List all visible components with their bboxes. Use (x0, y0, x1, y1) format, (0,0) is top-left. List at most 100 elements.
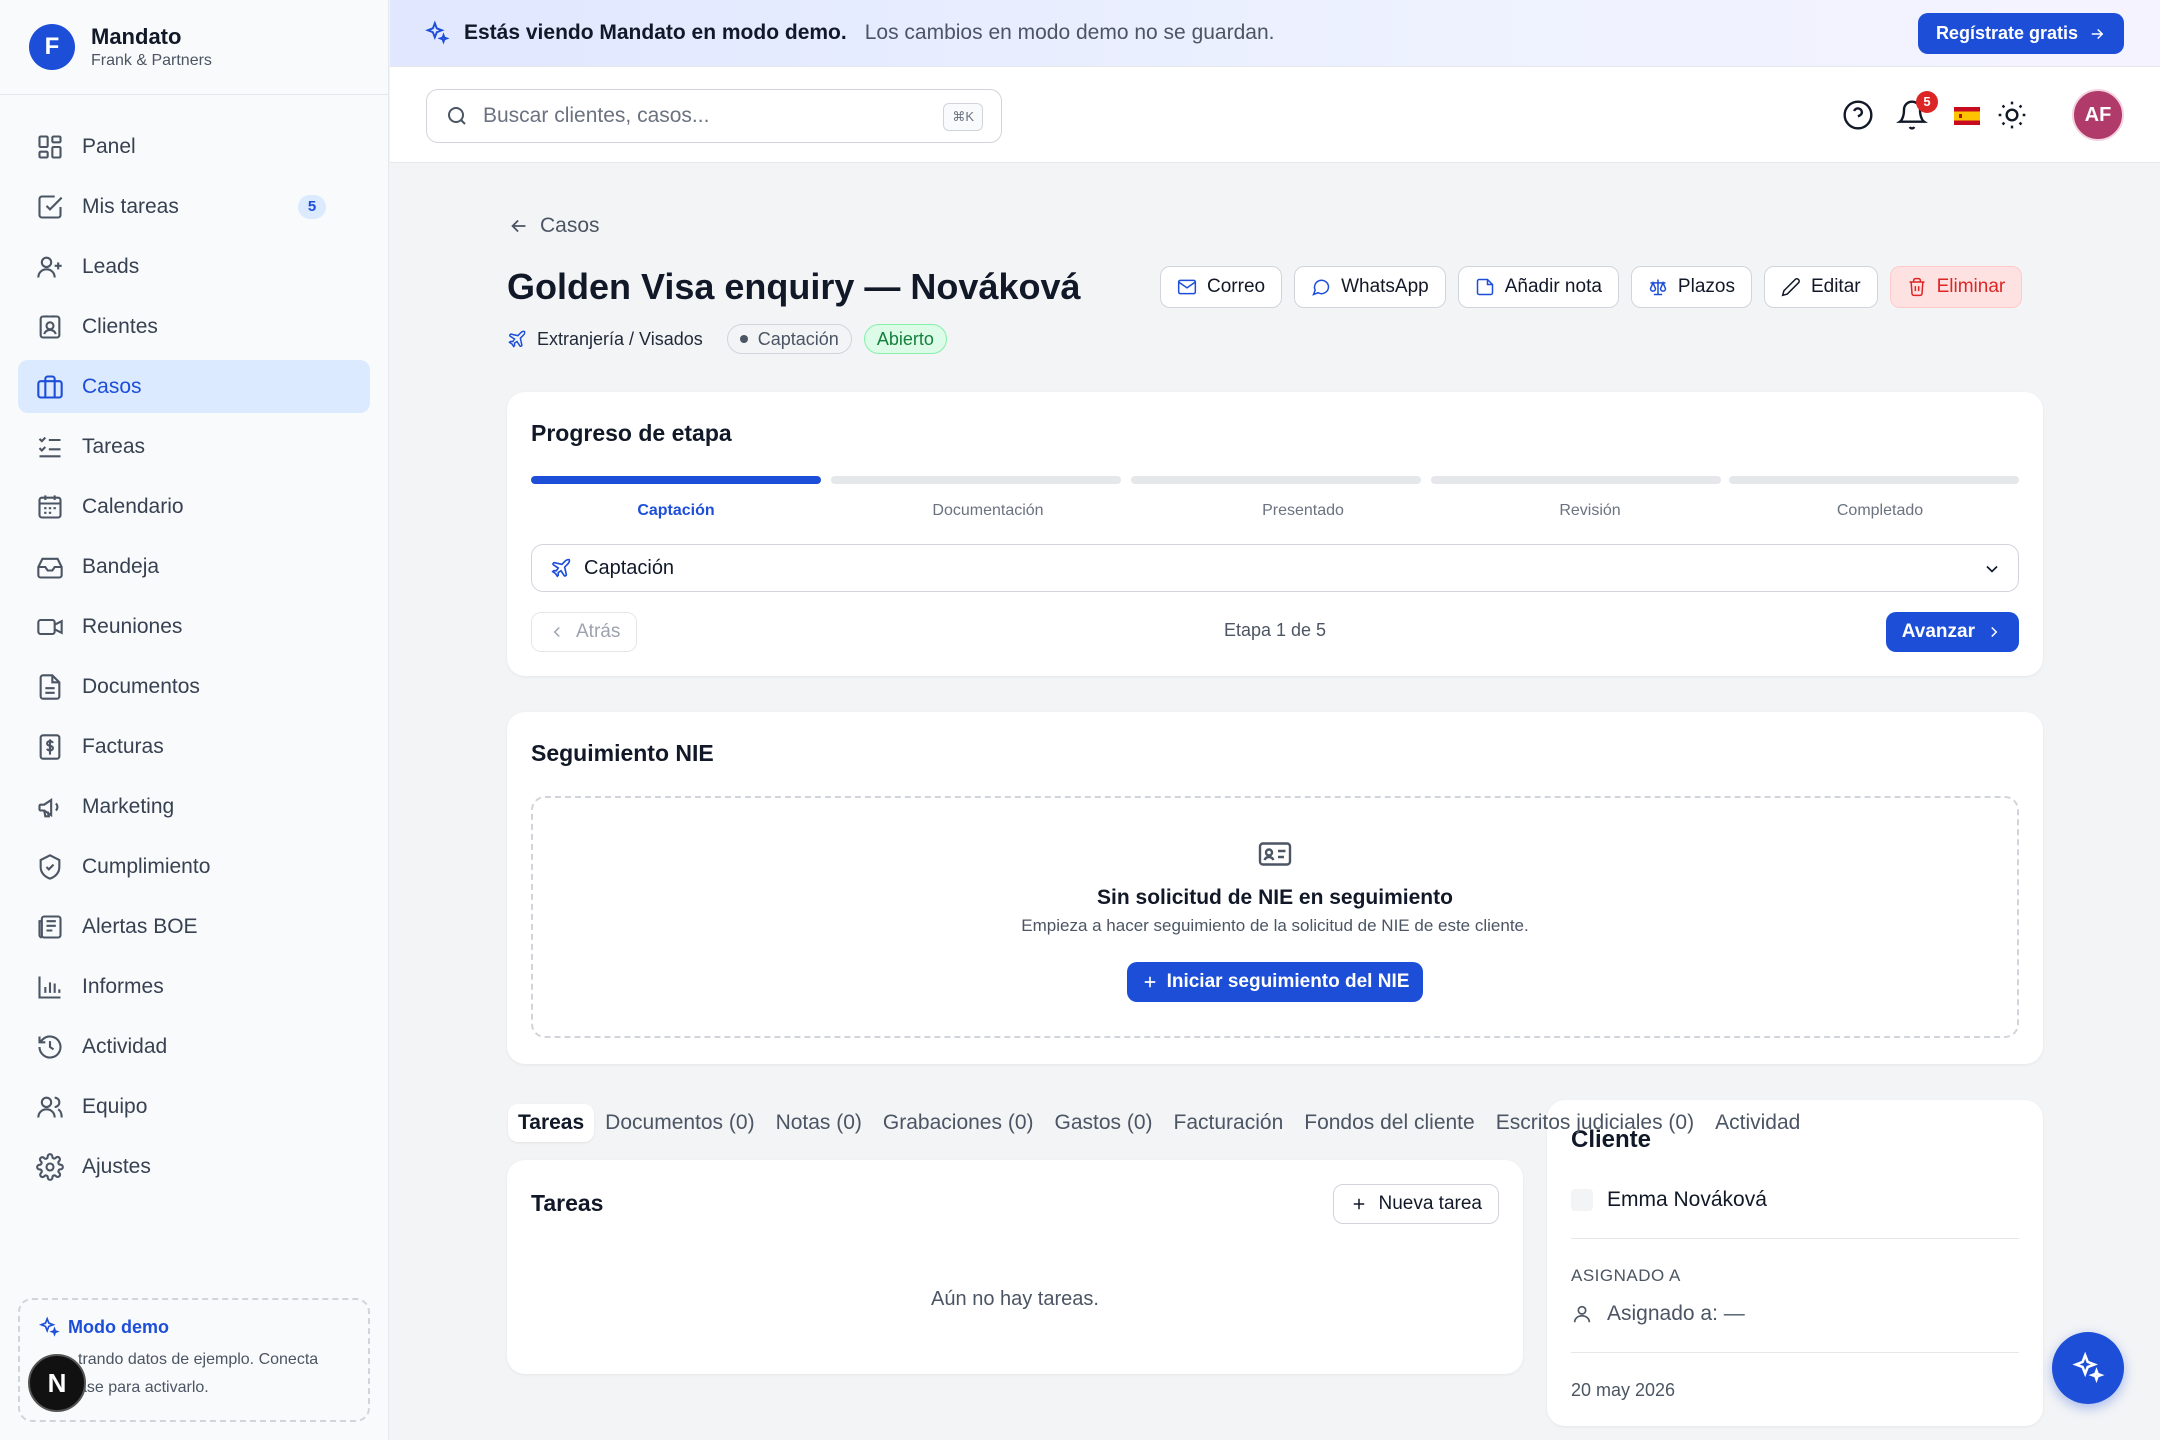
tab-notas[interactable]: Notas (0) (766, 1104, 872, 1142)
tab-facturacion[interactable]: Facturación (1164, 1104, 1294, 1142)
case-actions: Correo WhatsApp Añadir nota Plazos Edita… (1160, 266, 2034, 308)
sidebar-item-label: Actividad (82, 1034, 168, 1058)
stage-label-presentado[interactable]: Presentado (1158, 502, 1448, 520)
next-stage-label: Avanzar (1901, 621, 1975, 642)
tab-fondos-cliente[interactable]: Fondos del cliente (1294, 1104, 1484, 1142)
stage-label-completado[interactable]: Completado (1735, 502, 2025, 520)
stage-label-revision[interactable]: Revisión (1445, 502, 1735, 520)
sidebar-item-panel[interactable]: Panel (18, 120, 370, 173)
nie-empty-text: Empieza a hacer seguimiento de la solici… (1021, 916, 1529, 935)
stage-select[interactable]: Captación (531, 544, 2019, 592)
demo-banner: Estás viendo Mandato en modo demo. Los c… (390, 0, 2160, 67)
search-shortcut: ⌘K (943, 103, 983, 131)
user-avatar[interactable]: AF (2072, 89, 2124, 141)
sidebar-item-alertas-boe[interactable]: Alertas BOE (18, 900, 370, 953)
next-stage-button[interactable]: Avanzar (1885, 612, 2019, 652)
assigned-row[interactable]: Asignado a: — (1571, 1302, 1745, 1326)
demo-mode-label: Modo demo (68, 1316, 169, 1337)
sidebar-item-leads[interactable]: Leads (18, 240, 370, 293)
arrow-right-icon (2091, 28, 2104, 39)
register-button[interactable]: Regístrate gratis (1917, 13, 2124, 54)
email-button[interactable]: Correo (1160, 266, 1283, 308)
back-to-cases-link[interactable]: Casos (508, 214, 600, 238)
pencil-icon (1781, 278, 1800, 297)
whatsapp-button[interactable]: WhatsApp (1294, 266, 1446, 308)
sidebar-item-equipo[interactable]: Equipo (18, 1080, 370, 1133)
edit-button[interactable]: Editar (1763, 266, 1878, 308)
sidebar-item-casos[interactable]: Casos (18, 360, 370, 413)
stage-badge: Captación (726, 324, 852, 354)
start-nie-tracking-button[interactable]: Iniciar seguimiento del NIE (1126, 962, 1424, 1002)
tab-escritos-judiciales[interactable]: Escritos judiciales (0) (1486, 1104, 1704, 1142)
notification-count: 5 (1916, 91, 1938, 113)
stage-label-documentacion[interactable]: Documentación (843, 502, 1133, 520)
tab-actividad[interactable]: Actividad (1705, 1104, 1810, 1142)
stage-label-captacion[interactable]: Captación (531, 502, 821, 520)
assigned-value: Asignado a: — (1607, 1302, 1745, 1325)
bar-chart-icon (38, 976, 61, 999)
tasks-count-badge: 5 (298, 195, 326, 219)
dev-tools-badge[interactable]: N (28, 1354, 86, 1412)
tab-documentos[interactable]: Documentos (0) (595, 1104, 764, 1142)
sidebar-item-reuniones[interactable]: Reuniones (18, 600, 370, 653)
back-label: Casos (540, 214, 600, 237)
sidebar-item-facturas[interactable]: Facturas (18, 720, 370, 773)
sidebar-item-actividad[interactable]: Actividad (18, 1020, 370, 1073)
new-task-label: Nueva tarea (1378, 1193, 1482, 1214)
message-circle-icon (1312, 279, 1330, 296)
tab-grabaciones[interactable]: Grabaciones (0) (873, 1104, 1044, 1142)
sidebar-item-informes[interactable]: Informes (18, 960, 370, 1013)
scale-icon (1649, 279, 1667, 296)
email-button-label: Correo (1207, 276, 1266, 297)
sidebar-item-bandeja[interactable]: Bandeja (18, 540, 370, 593)
sidebar-item-tareas[interactable]: Tareas (18, 420, 370, 473)
sidebar-item-label: Tareas (82, 434, 146, 458)
status-badge: Abierto (863, 324, 947, 354)
sidebar-item-label: Leads (82, 254, 140, 278)
case-meta: Extranjería / Visados Captación Abierto (507, 324, 959, 354)
search-input[interactable]: Buscar clientes, casos... ⌘K (426, 89, 1002, 143)
nie-tracking-card: Seguimiento NIE Sin solicitud de NIE en … (507, 712, 2043, 1064)
tab-gastos[interactable]: Gastos (0) (1045, 1104, 1163, 1142)
spain-flag-icon[interactable] (1954, 107, 1980, 125)
sun-icon[interactable] (1996, 99, 2028, 131)
sidebar-item-calendario[interactable]: Calendario (18, 480, 370, 533)
stage-progress-title: Progreso de etapa (531, 420, 732, 446)
sparkles-icon (38, 1316, 60, 1337)
sidebar-item-marketing[interactable]: Marketing (18, 780, 370, 833)
calendar-icon (38, 494, 62, 519)
sidebar-nav: Panel Mis tareas 5 Leads Clientes Casos … (18, 120, 370, 1200)
sidebar-item-cumplimiento[interactable]: Cumplimiento (18, 840, 370, 893)
client-link[interactable]: Emma Nováková (1571, 1188, 1767, 1212)
divider (1571, 1238, 2019, 1239)
demo-mode-line-2: ase para activarlo. (78, 1379, 209, 1396)
help-icon[interactable] (1842, 99, 1874, 131)
sidebar-divider (0, 94, 389, 95)
sidebar-item-documentos[interactable]: Documentos (18, 660, 370, 713)
new-task-button[interactable]: Nueva tarea (1333, 1184, 1499, 1224)
delete-button[interactable]: Eliminar (1889, 266, 2023, 308)
add-note-button[interactable]: Añadir nota (1457, 266, 1619, 308)
id-card-icon (1258, 842, 1292, 866)
banner-title: Estás viendo Mandato en modo demo. (464, 21, 847, 44)
sidebar-item-mis-tareas[interactable]: Mis tareas 5 (18, 180, 370, 233)
sidebar-item-clientes[interactable]: Clientes (18, 300, 370, 353)
firm-name: Frank & Partners (91, 52, 212, 69)
history-icon (38, 1034, 62, 1059)
tasks-card: Tareas Nueva tarea Aún no hay tareas. (507, 1160, 1523, 1374)
tab-tareas[interactable]: Tareas (508, 1104, 595, 1142)
brand-name: Mandato (91, 24, 182, 49)
plane-icon (508, 330, 526, 348)
ai-assistant-button[interactable] (2052, 1332, 2124, 1404)
banner-text: Los cambios en modo demo no se guardan. (864, 21, 1275, 44)
stage-segment (1729, 476, 2019, 484)
file-text-icon (39, 673, 61, 700)
deadlines-button[interactable]: Plazos (1630, 266, 1752, 308)
sidebar-item-label: Marketing (82, 794, 175, 818)
sidebar-item-label: Documentos (82, 674, 200, 698)
sidebar-item-label: Equipo (82, 1094, 148, 1118)
brand[interactable]: F Mandato Frank & Partners (29, 24, 212, 70)
sidebar-item-ajustes[interactable]: Ajustes (18, 1140, 370, 1193)
nie-tracking-title: Seguimiento NIE (531, 740, 714, 766)
search-icon (448, 107, 466, 125)
